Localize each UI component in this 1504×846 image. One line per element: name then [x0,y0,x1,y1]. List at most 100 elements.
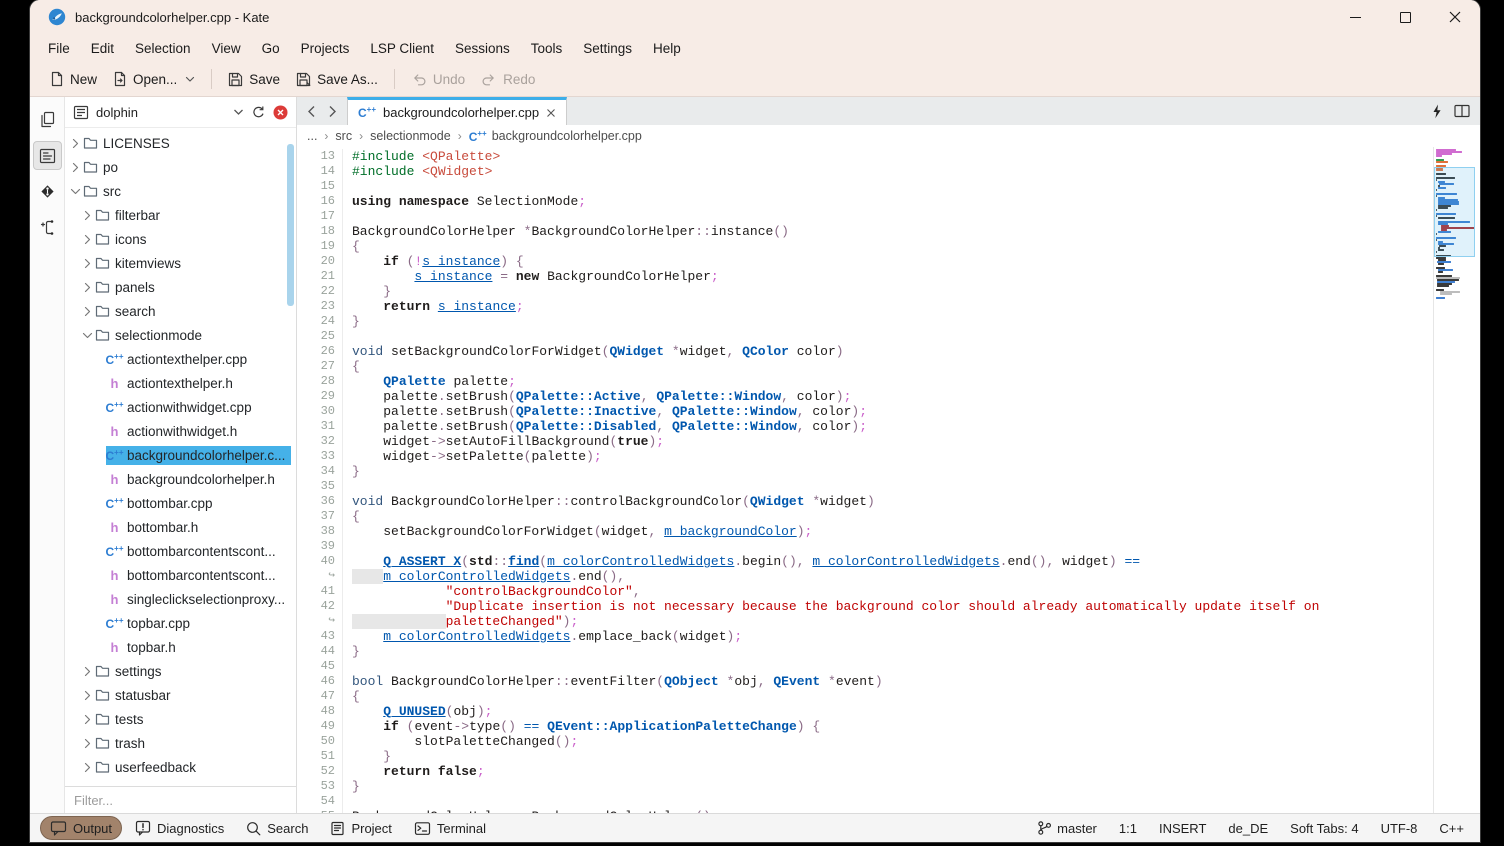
maximize-button[interactable] [1380,0,1430,34]
tree-item[interactable]: filterbar [65,203,296,227]
tree-item[interactable]: hactionwithwidget.h [65,419,296,443]
sidebar-tool-git[interactable] [33,177,62,206]
breadcrumb-item[interactable]: selectionmode [370,129,451,143]
menu-go[interactable]: Go [252,38,290,59]
statusbar-output-button[interactable]: Output [40,816,122,840]
tree-item[interactable]: po [65,155,296,179]
chevron-down-icon[interactable] [81,332,94,339]
tree-item[interactable]: trash [65,731,296,755]
tree-item[interactable]: C++bottombarcontentscont... [65,539,296,563]
menu-edit[interactable]: Edit [81,38,124,59]
tab-backgroundcolorhelper[interactable]: C++ backgroundcolorhelper.cpp [347,97,567,125]
menu-file[interactable]: File [38,38,80,59]
menu-tools[interactable]: Tools [521,38,573,59]
close-button[interactable] [1430,0,1480,34]
chevron-right-icon[interactable] [81,306,94,317]
chevron-right-icon[interactable] [81,258,94,269]
project-switch-chevron-down-icon[interactable] [233,108,244,116]
statusbar-search-button[interactable]: Search [237,818,317,839]
undo-button[interactable]: Undo [403,68,473,91]
tree-item[interactable]: search [65,299,296,323]
header-file-icon: h [111,424,119,439]
tree-item[interactable]: C++actiontexthelper.cpp [65,347,296,371]
menu-lsp-client[interactable]: LSP Client [360,38,444,59]
tree-scrollbar[interactable] [287,144,294,306]
tree-item[interactable]: hbottombarcontentscont... [65,563,296,587]
menu-sessions[interactable]: Sessions [445,38,520,59]
chevron-right-icon[interactable] [81,714,94,725]
chevron-right-icon[interactable] [69,138,82,149]
code-line-text: } [343,464,360,479]
filter-input[interactable] [65,787,296,813]
statusbar-utf-8[interactable]: UTF-8 [1381,821,1418,836]
tree-item[interactable]: C++bottombar.cpp [65,491,296,515]
tree-item[interactable]: userfeedback [65,755,296,779]
statusbar-1-1[interactable]: 1:1 [1119,821,1137,836]
tree-item[interactable]: selectionmode [65,323,296,347]
chevron-right-icon[interactable] [81,666,94,677]
quick-open-lightning-icon[interactable] [1431,104,1442,119]
statusbar-terminal-button[interactable]: Terminal [405,818,495,839]
save-as-button[interactable]: Save As... [288,68,386,91]
statusbar-diagnostics-button[interactable]: Diagnostics [126,817,233,839]
chevron-right-icon[interactable] [81,234,94,245]
chevron-right-icon[interactable] [69,162,82,173]
minimap-scrollbar[interactable] [1433,147,1475,813]
tree-item[interactable]: settings [65,659,296,683]
tree-item[interactable]: icons [65,227,296,251]
statusbar-project-button[interactable]: Project [321,818,400,839]
code-view[interactable]: 13#include <QPalette>14#include <QWidget… [297,147,1480,813]
back-icon[interactable] [307,105,316,118]
tree-item[interactable]: hbackgroundcolorhelper.h [65,467,296,491]
menu-view[interactable]: View [202,38,251,59]
statusbar-soft-tabs-4[interactable]: Soft Tabs: 4 [1290,821,1358,836]
split-view-icon[interactable] [1454,104,1470,118]
tree-item[interactable]: hsingleclickselectionproxy... [65,587,296,611]
tree-item[interactable]: C++topbar.cpp [65,611,296,635]
sidebar-tool-symbols[interactable] [33,213,62,242]
close-project-icon[interactable] [273,105,288,120]
tree-item[interactable]: htopbar.h [65,635,296,659]
breadcrumb-item[interactable]: src [335,129,352,143]
chevron-right-icon[interactable] [81,282,94,293]
menu-selection[interactable]: Selection [125,38,201,59]
breadcrumb-item[interactable]: C++backgroundcolorhelper.cpp [469,129,642,144]
tree-item[interactable]: hbottombar.h [65,515,296,539]
minimap-viewport[interactable] [1434,167,1475,257]
tree-item[interactable]: src [65,179,296,203]
statusbar-master[interactable]: master [1037,820,1097,836]
tree-item[interactable]: kitemviews [65,251,296,275]
refresh-icon[interactable] [251,105,266,120]
selected-tree-item: C++backgroundcolorhelper.c... [106,446,291,465]
new-button[interactable]: New [42,67,105,91]
tree-item[interactable]: statusbar [65,683,296,707]
chevron-right-icon[interactable] [81,690,94,701]
statusbar-de-de[interactable]: de_DE [1228,821,1268,836]
menu-help[interactable]: Help [643,38,691,59]
sidebar-tool-projects[interactable] [33,141,62,170]
chevron-right-icon[interactable] [81,762,94,773]
minimize-button[interactable] [1330,0,1380,34]
save-button[interactable]: Save [220,68,288,91]
tree-item[interactable]: hactiontexthelper.h [65,371,296,395]
tab-close-icon[interactable] [546,108,556,118]
tree-item[interactable]: C++actionwithwidget.cpp [65,395,296,419]
chevron-right-icon[interactable] [81,738,94,749]
tree-item[interactable]: tests [65,707,296,731]
forward-icon[interactable] [328,105,337,118]
tree-item[interactable]: panels [65,275,296,299]
tree-item[interactable]: C++backgroundcolorhelper.c... [65,443,296,467]
chevron-down-icon[interactable] [69,188,82,195]
tab-nav [297,97,347,125]
redo-button[interactable]: Redo [473,68,543,91]
code-line: 22 } [297,284,1432,299]
sidebar-tool-documents[interactable] [33,105,62,134]
tree-item[interactable]: LICENSES [65,131,296,155]
breadcrumb-item[interactable]: ... [307,129,317,143]
open-button[interactable]: Open... [105,67,203,91]
statusbar-c-[interactable]: C++ [1439,821,1464,836]
statusbar-insert[interactable]: INSERT [1159,821,1206,836]
menu-settings[interactable]: Settings [573,38,642,59]
chevron-right-icon[interactable] [81,210,94,221]
menu-projects[interactable]: Projects [291,38,360,59]
